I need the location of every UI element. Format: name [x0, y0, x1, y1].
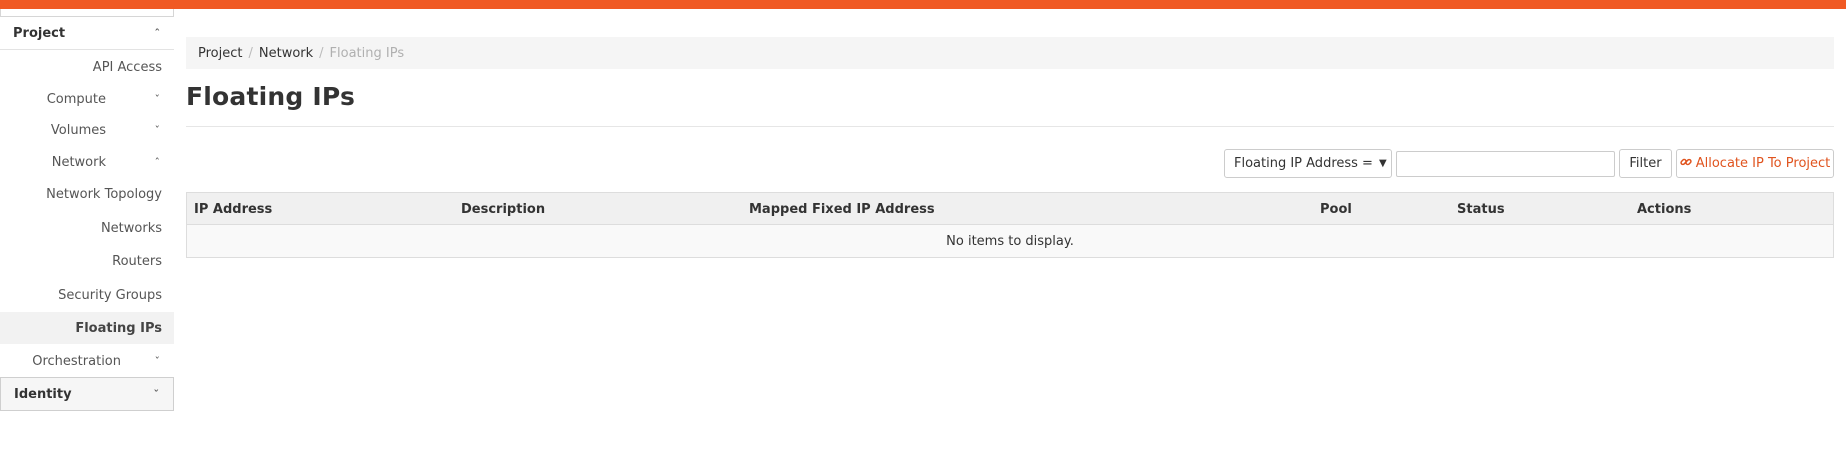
sidebar-item-label: Orchestration: [32, 353, 121, 369]
top-accent-bar: [0, 0, 1846, 9]
breadcrumb-separator: /: [248, 45, 253, 61]
link-icon: [1680, 156, 1692, 171]
filter-field-select[interactable]: Floating IP Address = ▼: [1224, 149, 1392, 178]
empty-message: No items to display.: [946, 233, 1074, 249]
sidebar-collapsed-section: [0, 9, 174, 17]
breadcrumb-item-current: Floating IPs: [329, 45, 405, 61]
breadcrumb-item-network[interactable]: Network: [259, 46, 313, 61]
table-header: IP Address Description Mapped Fixed IP A…: [187, 193, 1833, 225]
breadcrumb-item-project[interactable]: Project: [198, 46, 242, 61]
sidebar-item-label: Networks: [100, 220, 162, 236]
sidebar-item-orchestration[interactable]: Orchestration ˇ: [0, 345, 174, 377]
breadcrumb: Project / Network / Floating IPs: [186, 37, 1834, 69]
filter-field-label: Floating IP Address =: [1234, 156, 1373, 171]
chevron-up-icon: ˆ: [154, 155, 161, 169]
column-header-ip-address[interactable]: IP Address: [194, 193, 272, 225]
column-header-mapped-fixed-ip[interactable]: Mapped Fixed IP Address: [749, 193, 935, 225]
filter-button[interactable]: Filter: [1619, 149, 1672, 178]
sidebar-item-security-groups[interactable]: Security Groups: [0, 279, 174, 311]
chevron-down-icon: ˇ: [154, 123, 161, 137]
sidebar-section-project[interactable]: Project ˆ: [0, 17, 174, 50]
page-title: Floating IPs: [186, 82, 356, 111]
column-header-description[interactable]: Description: [461, 193, 545, 225]
sidebar-section-label: Project: [13, 25, 66, 41]
chevron-down-icon: ˇ: [154, 92, 161, 106]
chevron-down-icon: ˇ: [154, 354, 161, 368]
filter-input[interactable]: [1396, 151, 1615, 177]
sidebar-item-label: API Access: [92, 59, 162, 75]
column-header-pool[interactable]: Pool: [1320, 193, 1352, 225]
allocate-ip-label: Allocate IP To Project: [1695, 156, 1831, 171]
sidebar-item-compute[interactable]: Compute ˇ: [0, 83, 174, 115]
chevron-down-icon: ˇ: [153, 387, 160, 401]
sidebar-item-network[interactable]: Network ˆ: [0, 146, 174, 178]
column-header-actions: Actions: [1637, 201, 1692, 217]
floating-ips-table: IP Address Description Mapped Fixed IP A…: [186, 192, 1834, 258]
sidebar-item-network-topology[interactable]: Network Topology: [0, 178, 174, 210]
sidebar-section-label: Identity: [14, 386, 72, 402]
sidebar-item-label: Compute: [46, 91, 106, 107]
breadcrumb-separator: /: [319, 45, 324, 61]
sidebar-item-networks[interactable]: Networks: [0, 212, 174, 244]
sidebar-item-label: Routers: [112, 253, 162, 269]
allocate-ip-button[interactable]: Allocate IP To Project: [1676, 149, 1834, 178]
sidebar-item-label: Floating IPs: [75, 320, 162, 336]
caret-down-icon: ▼: [1378, 158, 1387, 169]
sidebar-item-api-access[interactable]: API Access: [0, 51, 174, 83]
column-header-status[interactable]: Status: [1457, 193, 1505, 225]
sidebar-item-floating-ips[interactable]: Floating IPs: [0, 312, 174, 344]
sidebar-section-identity[interactable]: Identity ˇ: [0, 377, 174, 411]
sidebar-item-label: Network Topology: [46, 186, 162, 202]
title-divider: [186, 126, 1834, 127]
table-empty-row: No items to display.: [187, 225, 1833, 257]
chevron-up-icon: ˆ: [154, 26, 161, 40]
sidebar-item-label: Volumes: [50, 122, 106, 138]
sidebar-item-label: Network: [51, 154, 106, 170]
sidebar-item-routers[interactable]: Routers: [0, 245, 174, 277]
sidebar-item-label: Security Groups: [58, 287, 162, 303]
sidebar-item-volumes[interactable]: Volumes ˇ: [0, 114, 174, 146]
